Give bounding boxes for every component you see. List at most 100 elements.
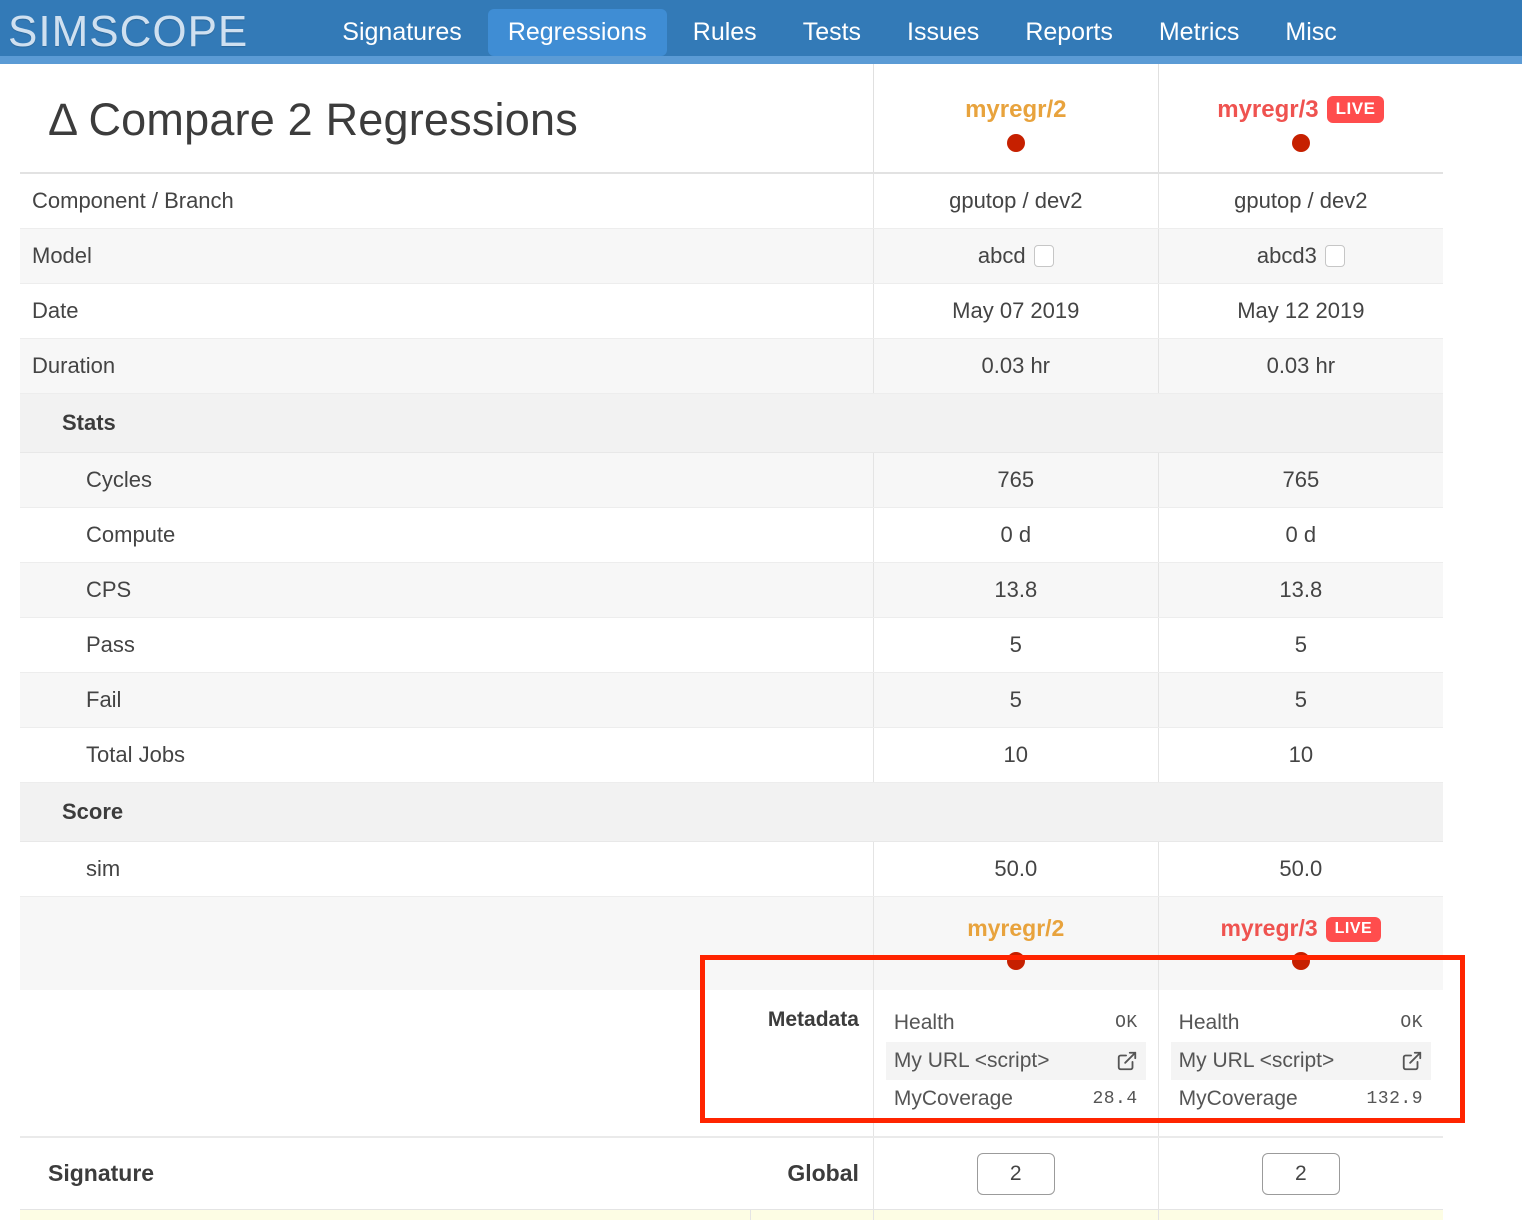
row-label-cps: CPS	[20, 562, 874, 618]
metadata-label: Metadata	[750, 990, 874, 1137]
metadata-spacer	[20, 990, 751, 1137]
cell-compute-2: 0 d	[1157, 507, 1443, 563]
secondary-header-row: myregr/2 myregr/3 LIVE	[20, 896, 1443, 990]
comparison-table: Δ Compare 2 Regressions myregr/2 myregr/…	[20, 64, 1443, 1220]
secondary-regression-name-2[interactable]: myregr/3	[1220, 915, 1317, 941]
metadata-entry-coverage-1: MyCoverage 28.4	[886, 1080, 1146, 1118]
signature-count-cell-1: 2	[872, 1136, 1159, 1210]
row-label-total-jobs: Total Jobs	[20, 727, 874, 783]
table-row-duration: Duration 0.03 hr 0.03 hr	[20, 338, 1443, 394]
table-row-model: Model abcd abcd3	[20, 228, 1443, 284]
metadata-value-coverage-1: 28.4	[1092, 1089, 1138, 1109]
table-row-partial	[20, 1209, 1443, 1220]
live-badge-2: LIVE	[1326, 96, 1385, 123]
cell-model-2: abcd3	[1157, 228, 1443, 284]
nav-item-metrics[interactable]: Metrics	[1139, 9, 1260, 56]
section-header-score[interactable]: Score	[20, 782, 1443, 842]
cell-compute-1: 0 d	[872, 507, 1159, 563]
cell-pass-2[interactable]: 5	[1157, 617, 1443, 673]
metadata-key-coverage-2: MyCoverage	[1178, 1087, 1298, 1110]
top-navigation-bar: SIMSCOPE Signatures Regressions Rules Te…	[0, 0, 1522, 64]
row-label-component-branch: Component / Branch	[20, 173, 874, 229]
secondary-status-dot-2	[1291, 952, 1310, 970]
table-row-date: Date May 07 2019 May 12 2019	[20, 283, 1443, 339]
cell-cycles-2: 765	[1157, 452, 1443, 508]
cell-cps-1: 13.8	[872, 562, 1159, 618]
metadata-value-health-1: OK	[1115, 1013, 1138, 1033]
nav-item-misc[interactable]: Misc	[1265, 9, 1356, 56]
cell-total-jobs-1: 10	[872, 727, 1159, 783]
external-link-icon-2[interactable]	[1401, 1050, 1423, 1072]
row-label-model: Model	[20, 228, 874, 284]
regression-header-2[interactable]: myregr/3 LIVE	[1157, 64, 1443, 174]
signature-scope-label: Global	[750, 1136, 874, 1210]
partial-row-label-cell	[20, 1209, 751, 1220]
row-label-cycles: Cycles	[20, 452, 874, 508]
partial-row-cell-1	[872, 1209, 1159, 1220]
metadata-column-1: Health OK My URL <script> MyCoverage 28.…	[872, 990, 1159, 1137]
row-label-pass[interactable]: Pass	[20, 617, 874, 673]
signature-row: Signature Global 2 2	[20, 1136, 1443, 1210]
status-dot-1	[1006, 134, 1025, 152]
nav-item-regressions[interactable]: Regressions	[487, 8, 667, 56]
cell-sim-1: 50.0	[872, 841, 1159, 897]
cell-fail-1[interactable]: 5	[872, 672, 1159, 728]
model-value-2: abcd3	[1256, 243, 1317, 268]
external-link-icon-1[interactable]	[1116, 1050, 1138, 1072]
metadata-key-health-1: Health	[893, 1011, 955, 1034]
signature-count-button-2[interactable]: 2	[1261, 1152, 1340, 1195]
row-label-fail[interactable]: Fail	[20, 672, 874, 728]
table-header-row: Δ Compare 2 Regressions myregr/2 myregr/…	[20, 64, 1443, 174]
nav-item-tests[interactable]: Tests	[783, 9, 881, 56]
cell-total-jobs-2: 10	[1157, 727, 1443, 783]
regression-header-1[interactable]: myregr/2	[872, 64, 1159, 174]
model-checkbox-2[interactable]	[1324, 245, 1345, 267]
section-title-score: Score	[20, 782, 1443, 842]
table-row-cycles: Cycles 765 765	[20, 452, 1443, 508]
cell-duration-2: 0.03 hr	[1157, 338, 1443, 394]
row-label-sim: sim	[20, 841, 874, 897]
model-value-1: abcd	[977, 243, 1026, 268]
regression-name-1[interactable]: myregr/2	[880, 96, 1152, 124]
page-title: Δ Compare 2 Regressions	[20, 64, 874, 174]
metadata-key-health-2: Health	[1178, 1011, 1240, 1034]
nav-item-reports[interactable]: Reports	[1005, 9, 1133, 56]
cell-fail-2[interactable]: 5	[1157, 672, 1443, 728]
partial-row-scope-cell	[750, 1209, 874, 1220]
metadata-column-2: Health OK My URL <script> MyCoverage 132…	[1157, 990, 1443, 1137]
metadata-entry-health-1: Health OK	[886, 1004, 1146, 1042]
table-row-cps: CPS 13.8 13.8	[20, 562, 1443, 618]
metadata-key-url-2: My URL <script>	[1178, 1049, 1335, 1072]
nav-item-signatures[interactable]: Signatures	[322, 9, 482, 56]
secondary-regression-name-1[interactable]: myregr/2	[880, 915, 1152, 942]
metadata-entry-url-1[interactable]: My URL <script>	[885, 1042, 1146, 1080]
model-checkbox-1[interactable]	[1033, 245, 1054, 267]
metadata-entry-url-2[interactable]: My URL <script>	[1170, 1042, 1431, 1080]
regression-name-2[interactable]: myregr/3	[1217, 96, 1318, 123]
cell-pass-1[interactable]: 5	[872, 617, 1159, 673]
secondary-regression-header-1[interactable]: myregr/2	[872, 896, 1159, 990]
row-label-compute: Compute	[20, 507, 874, 563]
nav-item-issues[interactable]: Issues	[887, 9, 999, 56]
cell-cycles-1: 765	[872, 452, 1159, 508]
cell-cps-2: 13.8	[1157, 562, 1443, 618]
table-row-total-jobs: Total Jobs 10 10	[20, 727, 1443, 783]
row-label-date: Date	[20, 283, 874, 339]
table-row-component-branch: Component / Branch gputop / dev2 gputop …	[20, 173, 1443, 229]
signature-count-cell-2: 2	[1157, 1136, 1443, 1210]
signature-count-button-1[interactable]: 2	[976, 1152, 1055, 1195]
secondary-regression-header-2[interactable]: myregr/3 LIVE	[1157, 896, 1443, 990]
cell-date-2: May 12 2019	[1157, 283, 1443, 339]
cell-duration-1: 0.03 hr	[872, 338, 1159, 394]
metadata-key-coverage-1: MyCoverage	[893, 1087, 1013, 1110]
cell-component-branch-1: gputop / dev2	[872, 173, 1159, 229]
app-logo[interactable]: SIMSCOPE	[8, 10, 248, 54]
metadata-value-coverage-2: 132.9	[1366, 1089, 1423, 1109]
section-header-stats[interactable]: Stats	[20, 393, 1443, 453]
nav-item-rules[interactable]: Rules	[673, 9, 777, 56]
metadata-value-health-2: OK	[1400, 1013, 1423, 1033]
compare-regressions-page: Δ Compare 2 Regressions myregr/2 myregr/…	[0, 64, 1522, 1220]
metadata-entry-health-2: Health OK	[1171, 1004, 1431, 1042]
cell-component-branch-2: gputop / dev2	[1157, 173, 1443, 229]
table-row-fail: Fail 5 5	[20, 672, 1443, 728]
